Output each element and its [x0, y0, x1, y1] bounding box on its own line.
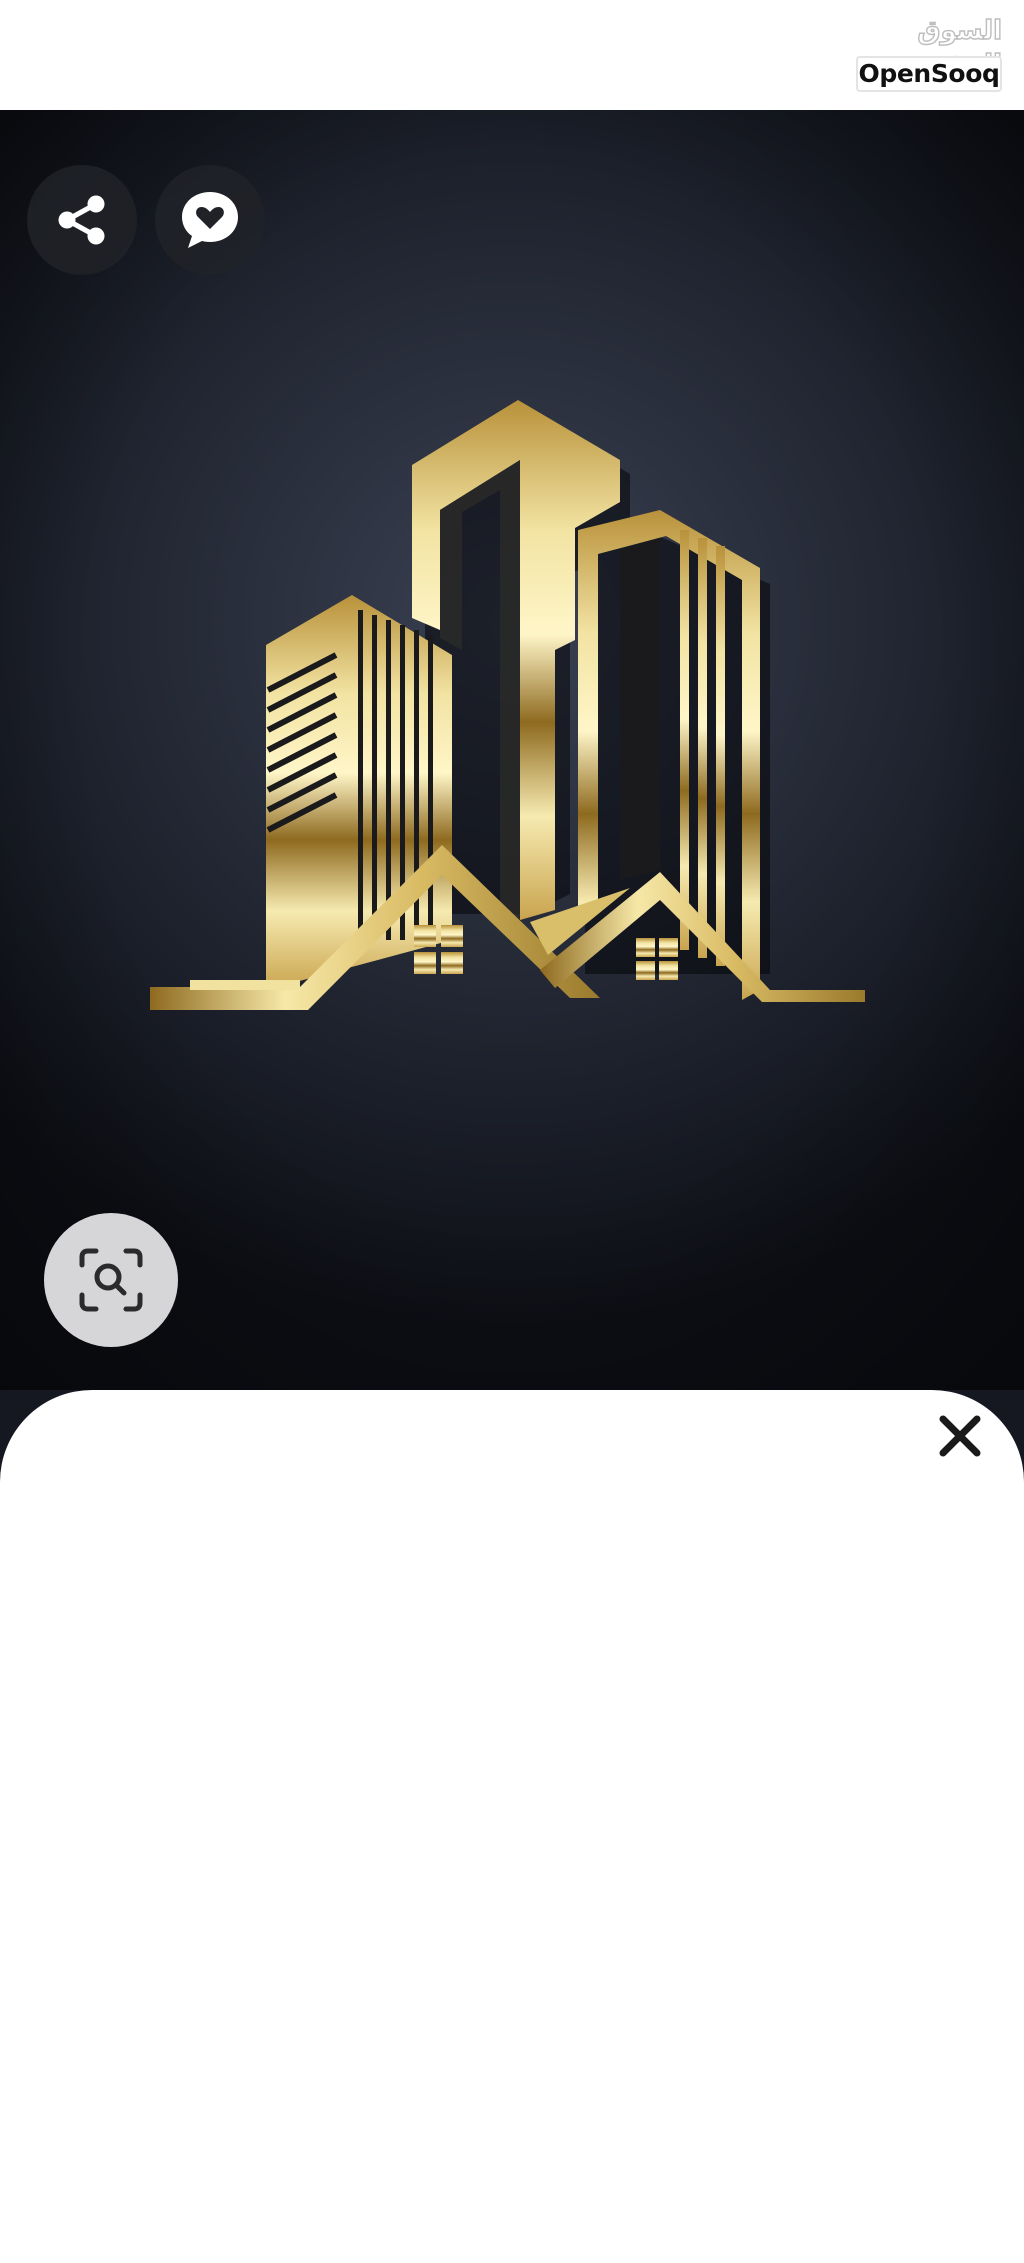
- top-bar: السوق المفتوح OpenSooq: [0, 0, 1024, 110]
- share-button[interactable]: [27, 165, 137, 275]
- page: السوق المفتوح OpenSooq: [0, 0, 1024, 2263]
- heart-chat-icon: [182, 192, 238, 248]
- share-icon: [58, 195, 105, 245]
- brand-latin-name: OpenSooq: [856, 56, 1002, 92]
- visual-search-button[interactable]: [44, 1213, 178, 1347]
- bottom-sheet: [0, 1390, 1024, 2263]
- gold-building-logo-image: [0, 110, 1024, 1390]
- close-icon: [939, 1415, 981, 1457]
- opensooq-logo[interactable]: السوق المفتوح OpenSooq: [854, 14, 1003, 98]
- close-button[interactable]: [932, 1408, 988, 1464]
- listing-image[interactable]: [0, 110, 1024, 1390]
- search-scan-icon: [79, 1248, 143, 1312]
- favorite-button[interactable]: [155, 165, 265, 275]
